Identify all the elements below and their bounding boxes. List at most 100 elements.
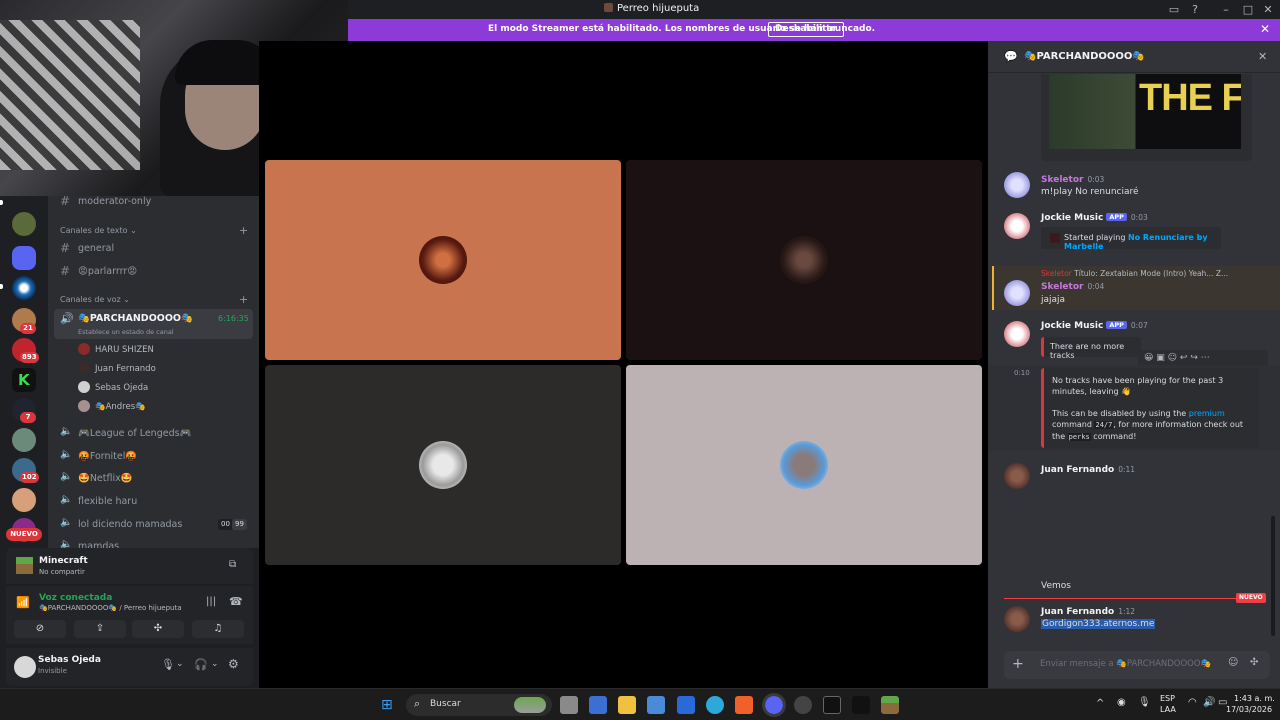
microphone-icon[interactable]: 🎙	[1138, 697, 1151, 708]
wifi-icon[interactable]: ◠	[1188, 697, 1197, 708]
camera-off-button[interactable]: ⊘	[14, 620, 66, 638]
message-author[interactable]: Juan Fernando 1:12	[1041, 607, 1135, 617]
tiktok-icon[interactable]	[852, 696, 870, 714]
edge-icon[interactable]	[706, 696, 724, 714]
participant-tile[interactable]	[265, 160, 621, 360]
channel-cut[interactable]: 🔈 mamdas	[54, 537, 254, 548]
clock-date[interactable]: 17/03/2026	[1226, 705, 1272, 714]
disconnect-icon[interactable]: ☎	[229, 595, 243, 608]
avatar[interactable]	[14, 656, 36, 678]
message-author[interactable]: Skeletor 0:04	[1041, 282, 1104, 292]
server-icon[interactable]	[12, 246, 36, 270]
reply-icon[interactable]: ↩	[1180, 353, 1188, 363]
taskbar-search[interactable]: ⌕ Buscar	[406, 694, 552, 716]
minecraft-icon[interactable]	[881, 696, 899, 714]
inbox-icon[interactable]: ▭	[1166, 2, 1182, 17]
close-banner-icon[interactable]: ✕	[1260, 22, 1270, 36]
channel-league[interactable]: 🔈 🎮League of Lengeds🎮	[54, 424, 254, 444]
voice-location[interactable]: 🎭PARCHANDOOOO🎭 / Perreo hijueputa	[39, 604, 181, 612]
more-icon[interactable]: ⋯	[1201, 353, 1210, 363]
server-icon[interactable]: K	[12, 368, 36, 392]
sticker-icon[interactable]: ▣	[1156, 353, 1165, 363]
chevron-up-icon[interactable]: ^	[1096, 698, 1104, 709]
channel-parlar[interactable]: # 😡parlarrrr😡	[54, 262, 254, 282]
voice-channel-active[interactable]: 🔊 🎭PARCHANDOOOO🎭 6:16:35 Establece un es…	[54, 309, 253, 339]
discord-icon[interactable]	[762, 693, 786, 717]
channel-moderator-only[interactable]: # moderator-only	[54, 192, 254, 212]
channel-status-hint[interactable]: Establece un estado de canal	[78, 328, 174, 336]
activities-button[interactable]: ✣	[132, 620, 184, 638]
channel-general[interactable]: # general	[54, 239, 254, 259]
soundboard-button[interactable]: ♫	[192, 620, 244, 638]
avatar[interactable]	[1004, 463, 1030, 489]
server-icon[interactable]	[12, 428, 36, 452]
category-voice[interactable]: Canales de voz ⌄	[60, 295, 130, 304]
channel-flexible-haru[interactable]: 🔈 flexible haru	[54, 492, 254, 512]
windows-start-icon[interactable]: ⊞	[381, 697, 393, 713]
voice-member[interactable]: HARU SHIZEN	[78, 343, 154, 355]
add-channel-icon[interactable]: +	[239, 224, 248, 237]
gear-icon[interactable]: ⚙	[228, 657, 239, 671]
channel-fornite[interactable]: 🔈 🤬Fornitel🤬	[54, 447, 254, 467]
share-screen-button[interactable]: ⇪	[74, 620, 126, 638]
premium-link[interactable]: premium	[1189, 409, 1225, 418]
server-icon[interactable]	[12, 488, 36, 512]
voice-connected-label[interactable]: Voz conectada	[39, 593, 112, 603]
avatar[interactable]	[1004, 172, 1030, 198]
task-view-icon[interactable]	[560, 696, 578, 714]
maximize-icon[interactable]: □	[1240, 2, 1256, 17]
tray-icon[interactable]: ◉	[1117, 697, 1126, 708]
voice-member[interactable]: 🎭Andres🎭	[78, 400, 146, 412]
close-window-icon[interactable]: ✕	[1260, 2, 1276, 17]
copilot-icon[interactable]	[589, 696, 607, 714]
avatar[interactable]	[1004, 213, 1030, 239]
headphones-icon[interactable]: 🎧	[194, 658, 208, 671]
message-author[interactable]: Jockie Music APP 0:03	[1041, 213, 1148, 223]
chevron-down-icon[interactable]: ⌄	[211, 659, 219, 669]
microphone-icon[interactable]: 🎙	[161, 658, 175, 671]
disable-streamer-button[interactable]: Deshabilitar	[768, 22, 844, 37]
noise-suppression-icon[interactable]: |||	[206, 596, 216, 607]
scrollbar[interactable]	[1271, 516, 1275, 636]
voice-member[interactable]: Sebas Ojeda	[78, 381, 148, 393]
app-icon[interactable]	[794, 696, 812, 714]
screen-share-icon[interactable]: ⧉	[229, 559, 236, 570]
brave-icon[interactable]	[735, 696, 753, 714]
emoji-icon[interactable]: ☺	[1228, 657, 1238, 668]
volume-icon[interactable]: 🔊	[1203, 697, 1215, 708]
message-author[interactable]: Jockie Music APP 0:07	[1041, 321, 1148, 331]
file-explorer-icon[interactable]	[618, 696, 636, 714]
chevron-down-icon[interactable]: ⌄	[176, 659, 184, 669]
server-icon[interactable]	[12, 212, 36, 236]
channel-netflix[interactable]: 🔈 🤩Netflix🤩	[54, 469, 254, 489]
help-icon[interactable]: ?	[1187, 2, 1203, 17]
avatar[interactable]	[1004, 280, 1030, 306]
participant-tile[interactable]	[626, 365, 982, 565]
clock-time[interactable]: 1:43 a. m.	[1234, 694, 1275, 703]
message-author[interactable]: Skeletor 0:03	[1041, 175, 1104, 185]
new-servers-pill[interactable]: NUEVO	[6, 528, 42, 541]
apps-icon[interactable]: ✣	[1250, 657, 1258, 668]
emoji-icon[interactable]: 😀	[1144, 353, 1153, 363]
category-text[interactable]: Canales de texto ⌄	[60, 226, 137, 235]
avatar[interactable]	[1004, 321, 1030, 347]
participant-tile[interactable]	[265, 365, 621, 565]
add-channel-icon[interactable]: +	[239, 293, 248, 306]
minimize-icon[interactable]: –	[1218, 2, 1234, 17]
reply-preview[interactable]: Skeletor Título: Zextabian Mode (Intro) …	[1041, 269, 1273, 278]
language-indicator[interactable]: ESP	[1160, 694, 1175, 703]
message-author[interactable]: Juan Fernando 0:11	[1041, 465, 1135, 475]
close-chat-icon[interactable]: ✕	[1258, 50, 1267, 63]
store-icon[interactable]	[647, 696, 665, 714]
voice-member[interactable]: Juan Fernando	[78, 362, 156, 374]
mail-icon[interactable]	[677, 696, 695, 714]
app-icon[interactable]	[823, 696, 841, 714]
selected-link-text[interactable]: Gordigon333.aternos.me	[1041, 619, 1156, 629]
region-indicator[interactable]: LAA	[1160, 705, 1176, 714]
forward-icon[interactable]: ↪	[1190, 353, 1198, 363]
add-attachment-icon[interactable]: +	[1012, 656, 1024, 672]
participant-tile[interactable]	[626, 160, 982, 360]
avatar[interactable]	[1004, 606, 1030, 632]
server-icon[interactable]	[12, 276, 36, 300]
react-icon[interactable]: ☺	[1168, 353, 1177, 363]
